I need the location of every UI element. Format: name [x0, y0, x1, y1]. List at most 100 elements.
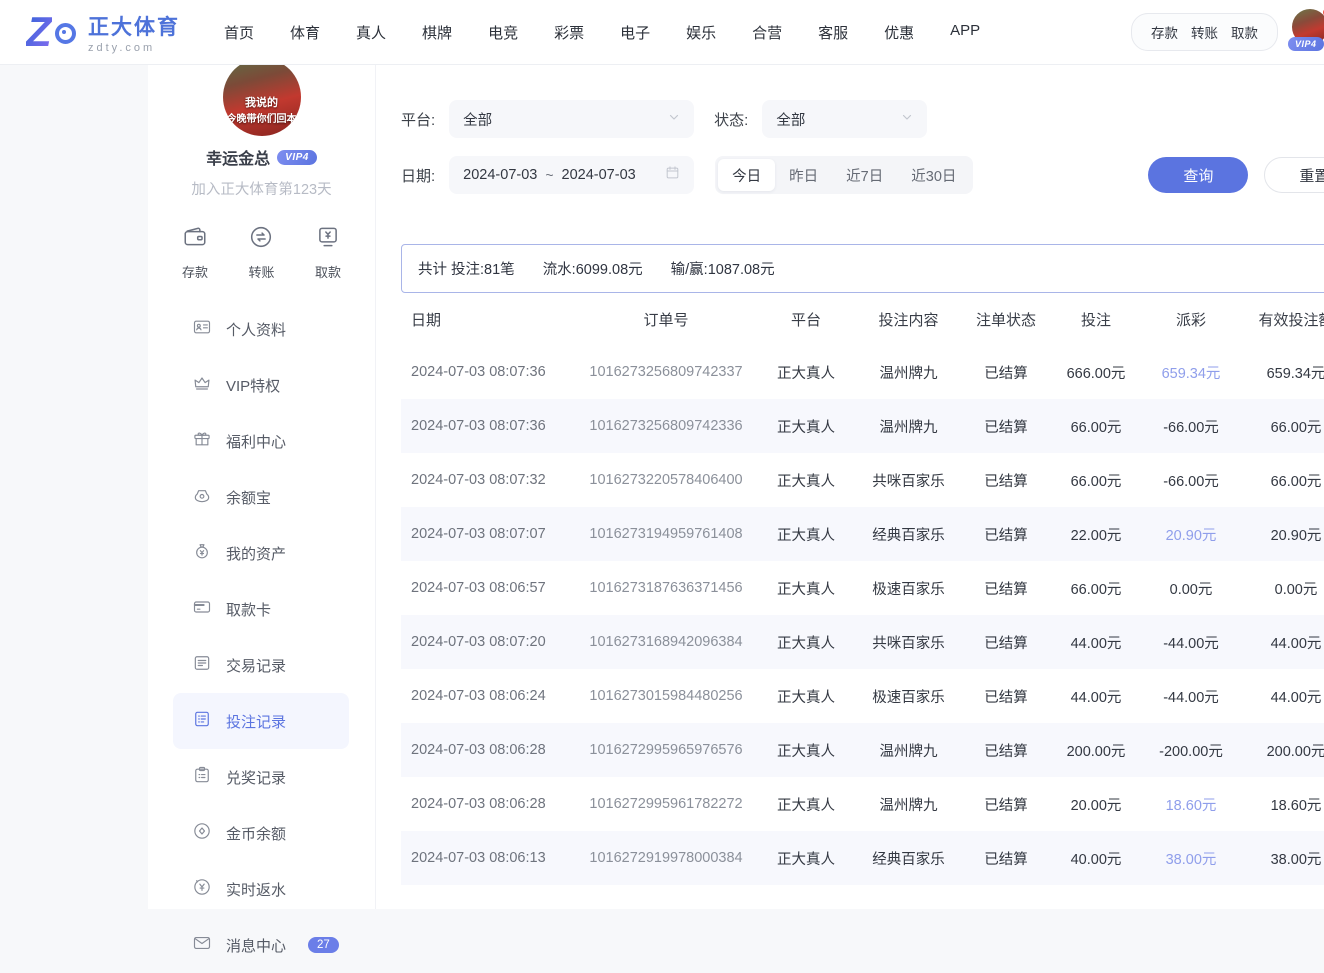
sidebar-item[interactable]: 个人资料	[148, 301, 375, 357]
top-nav: 首页 体育 真人 棋牌 电竞 彩票 电子 娱乐 合营 客服 优惠 APP	[224, 22, 980, 43]
quick-action[interactable]: 取款	[315, 224, 341, 281]
transactions-icon	[192, 653, 212, 678]
table-row: 2024-07-03 08:06:281016272995965976576正大…	[401, 723, 1324, 777]
sidebar-item-label: 实时返水	[226, 879, 286, 900]
cell-order-number: 1016273015984480256	[576, 688, 756, 704]
vip-badge: VIP4	[1288, 37, 1324, 51]
sidebar-item[interactable]: 余额宝	[148, 469, 375, 525]
sidebar-quick-actions: 存款转账 取款	[148, 224, 375, 281]
date-range-option[interactable]: 今日	[718, 159, 775, 191]
column-header: 日期	[401, 309, 576, 330]
nav-item[interactable]: 体育	[290, 22, 320, 43]
id-card-icon	[192, 317, 212, 342]
brand-logo[interactable]: Z 正大体育 zdty.com	[26, 9, 180, 55]
cell-platform: 正大真人	[756, 362, 856, 383]
username: 幸运金总	[206, 145, 270, 169]
date-range-option[interactable]: 昨日	[775, 159, 832, 191]
nav-item[interactable]: 电竞	[488, 22, 518, 43]
table-row: 2024-07-03 08:07:361016273256809742336正大…	[401, 399, 1324, 453]
cell-status: 已结算	[961, 362, 1051, 383]
search-button[interactable]: 查询	[1148, 157, 1248, 193]
sidebar-item-label: 个人资料	[226, 319, 286, 340]
column-header: 有效投注额	[1241, 309, 1324, 330]
vip-badge: VIP4	[277, 150, 317, 165]
cell-platform: 正大真人	[756, 524, 856, 545]
sidebar-item[interactable]: 金币余额	[148, 805, 375, 861]
cell-status: 已结算	[961, 524, 1051, 545]
summary-bar: 共计 投注:81笔流水:6099.08元输/赢:1087.08元	[401, 244, 1324, 293]
cell-valid-amount: 20.90元	[1241, 524, 1324, 545]
sidebar-item[interactable]: VIP特权	[148, 357, 375, 413]
nav-item[interactable]: 优惠	[884, 22, 914, 43]
brand-domain: zdty.com	[88, 42, 180, 54]
cell-status: 已结算	[961, 740, 1051, 761]
cell-order-number: 1016273220578406400	[576, 472, 756, 488]
date-range-option[interactable]: 近7日	[832, 159, 897, 191]
date-to-value: 2024-07-03	[562, 167, 636, 183]
cell-date: 2024-07-03 08:07:36	[401, 418, 576, 434]
column-header: 订单号	[576, 309, 756, 330]
message-icon	[192, 933, 212, 958]
nav-item[interactable]: 娱乐	[686, 22, 716, 43]
sidebar-item[interactable]: 交易记录	[148, 637, 375, 693]
cell-payout: -200.00元	[1141, 740, 1241, 761]
sidebar-item[interactable]: 投注记录	[173, 693, 349, 749]
cell-platform: 正大真人	[756, 578, 856, 599]
chevron-down-icon	[901, 110, 913, 128]
quick-action-label: 取款	[315, 262, 341, 281]
quick-action-label: 转账	[248, 262, 274, 281]
wallet-action[interactable]: 转账	[1191, 22, 1218, 42]
sidebar-item[interactable]: 兑奖记录	[148, 749, 375, 805]
content-container: 我说的 今晚带你们回本 幸运金总 VIP4 加入正大体育第123天 存款转账取款…	[148, 64, 1324, 909]
sidebar-item-label: 消息中心	[226, 935, 286, 956]
cell-payout: 0.00元	[1141, 578, 1241, 599]
table-row: 2024-07-03 08:06:571016273187636371456正大…	[401, 561, 1324, 615]
platform-select[interactable]: 全部	[449, 100, 694, 138]
date-range-input[interactable]: 2024-07-03 ~ 2024-07-03	[449, 156, 694, 194]
sidebar-item-label: 余额宝	[226, 487, 271, 508]
assets-icon	[192, 541, 212, 566]
cell-order-number: 1016273194959761408	[576, 526, 756, 542]
sidebar-item[interactable]: 消息中心27	[148, 917, 375, 973]
nav-item[interactable]: 彩票	[554, 22, 584, 43]
nav-item[interactable]: 电子	[620, 22, 650, 43]
nav-item[interactable]: 首页	[224, 22, 254, 43]
sidebar-item-label: 投注记录	[226, 711, 286, 732]
redeem-icon	[192, 765, 212, 790]
user-menu[interactable]: VIP4 幸运金总 永久域名:	[1292, 9, 1324, 55]
wallet-action[interactable]: 取款	[1231, 22, 1258, 42]
cell-valid-amount: 44.00元	[1241, 686, 1324, 707]
table-row: 2024-07-03 08:06:131016272919978000384正大…	[401, 831, 1324, 885]
nav-item[interactable]: 合营	[752, 22, 782, 43]
quick-action[interactable]: 转账	[248, 224, 274, 281]
quick-action[interactable]: 存款	[182, 224, 208, 281]
cell-payout: -44.00元	[1141, 686, 1241, 707]
sidebar-item[interactable]: 我的资产	[148, 525, 375, 581]
date-range-option[interactable]: 近30日	[897, 159, 970, 191]
cell-order-number: 1016273187636371456	[576, 580, 756, 596]
nav-item[interactable]: 客服	[818, 22, 848, 43]
avatar[interactable]: 我说的 今晚带你们回本	[223, 58, 301, 136]
nav-item[interactable]: APP	[950, 22, 980, 43]
cell-bet-amount: 22.00元	[1051, 524, 1141, 545]
sidebar-item[interactable]: 取款卡	[148, 581, 375, 637]
status-select[interactable]: 全部	[762, 100, 927, 138]
nav-item[interactable]: 真人	[356, 22, 386, 43]
avatar-caption: 我说的	[223, 94, 301, 110]
cell-date: 2024-07-03 08:06:13	[401, 850, 576, 866]
table-row: 2024-07-03 08:07:361016273256809742337正大…	[401, 345, 1324, 399]
sidebar-item-label: 取款卡	[226, 599, 271, 620]
cell-valid-amount: 66.00元	[1241, 470, 1324, 491]
nav-item[interactable]: 棋牌	[422, 22, 452, 43]
sidebar-item[interactable]: 福利中心	[148, 413, 375, 469]
cell-bet-content: 温州牌九	[856, 416, 961, 437]
reset-button[interactable]: 重置	[1264, 157, 1324, 193]
cell-date: 2024-07-03 08:07:07	[401, 526, 576, 542]
sidebar-item-label: 金币余额	[226, 823, 286, 844]
wallet-action[interactable]: 存款	[1151, 22, 1178, 42]
sidebar-menu: 个人资料 VIP特权福利中心余额宝我的资产取款卡交易记录投注记录兑奖记录金币余额实…	[148, 301, 375, 973]
calendar-icon	[665, 165, 680, 185]
transfer-icon	[248, 224, 274, 255]
cell-valid-amount: 659.34元	[1241, 362, 1324, 383]
status-label: 状态:	[714, 109, 748, 130]
